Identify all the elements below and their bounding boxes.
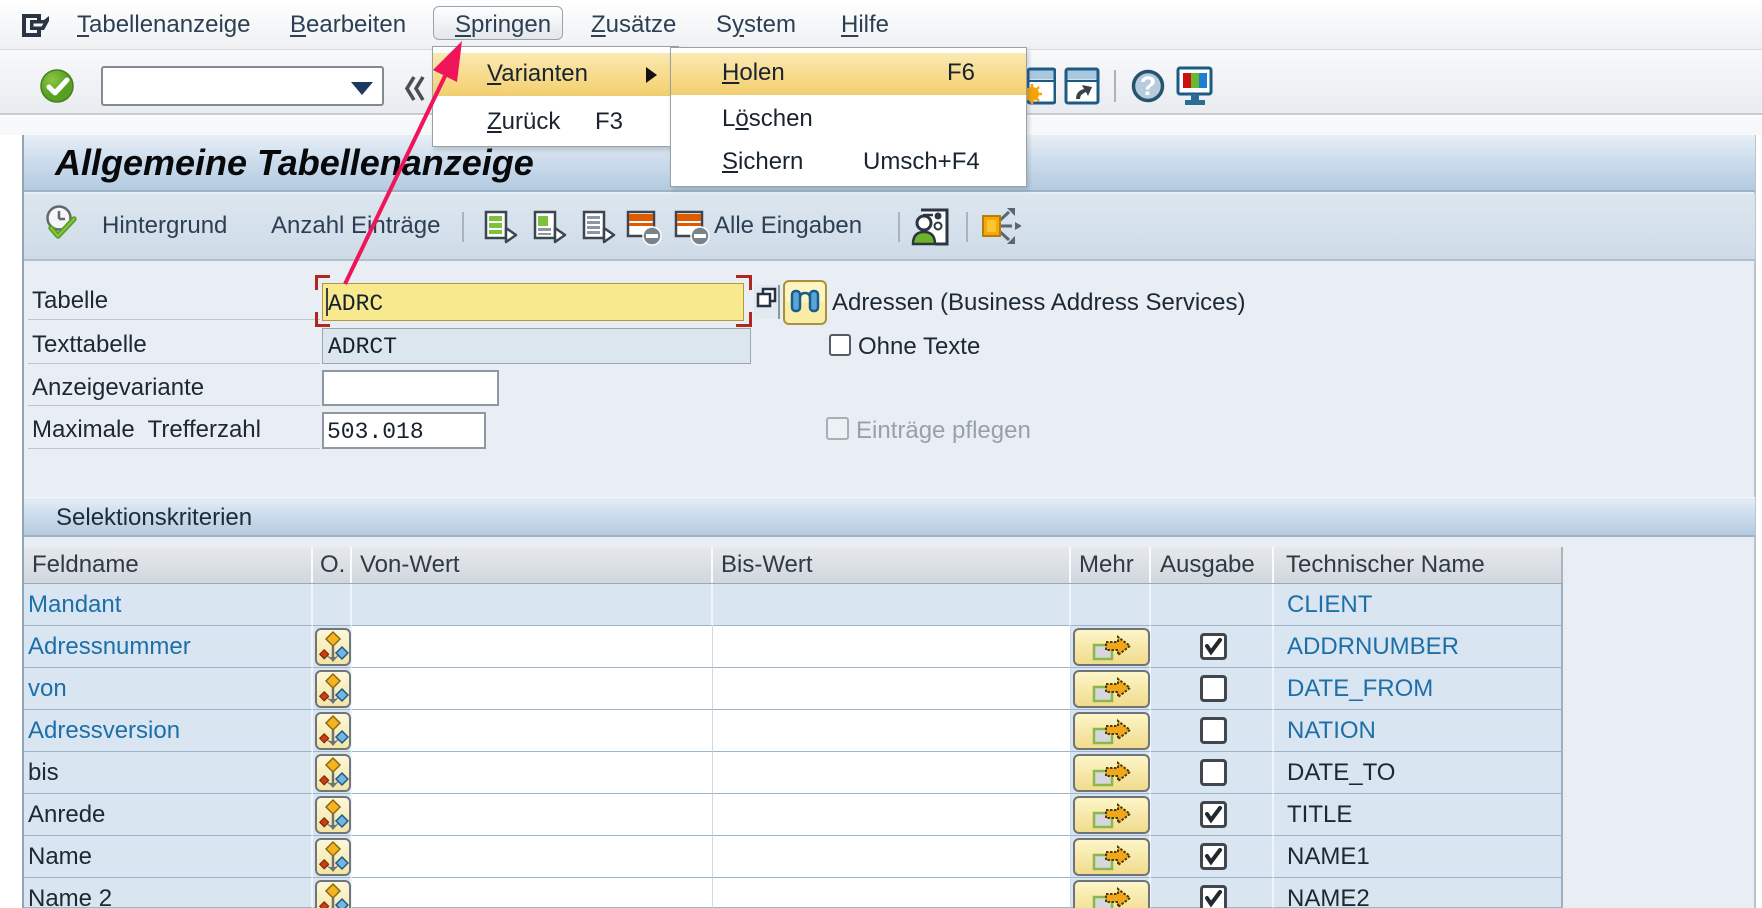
- svg-text:?: ?: [1140, 71, 1157, 101]
